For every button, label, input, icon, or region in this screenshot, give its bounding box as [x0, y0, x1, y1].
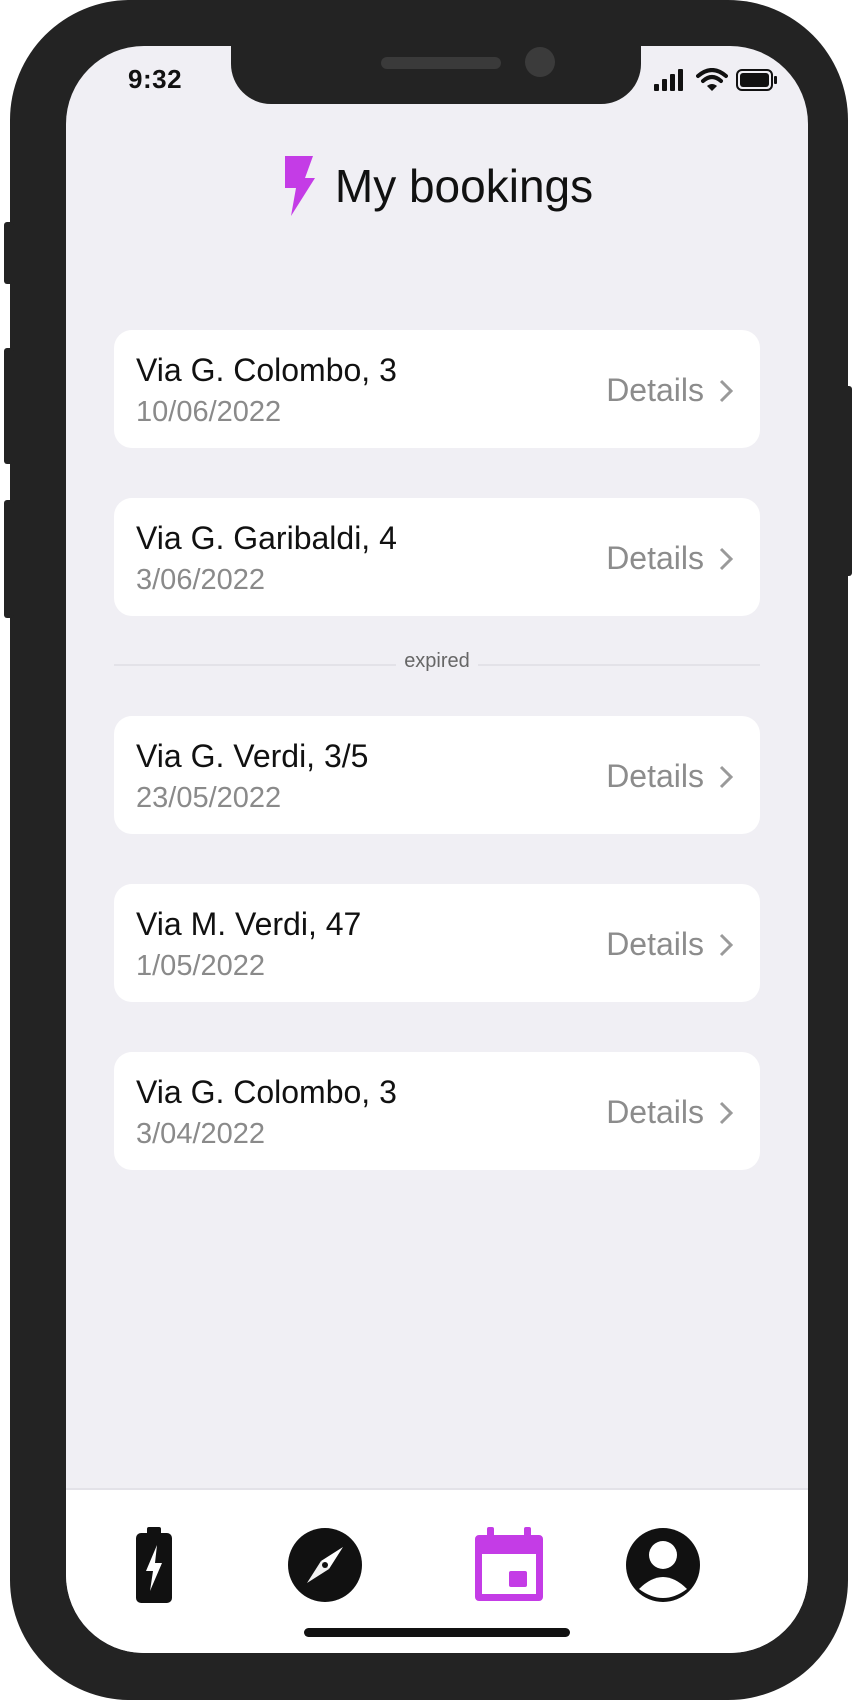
booking-address: Via G. Colombo, 3 — [136, 1074, 397, 1110]
booking-date: 10/06/2022 — [136, 396, 282, 428]
front-camera — [525, 47, 555, 77]
bolt-icon — [284, 156, 315, 216]
battery-charging-icon — [136, 1527, 172, 1603]
chevron-right-icon — [719, 1101, 734, 1124]
booking-date: 1/05/2022 — [136, 950, 266, 982]
details-link[interactable]: Details — [606, 540, 734, 577]
account-icon — [626, 1528, 700, 1602]
details-link[interactable]: Details — [606, 758, 734, 795]
tab-bar — [66, 1488, 808, 1653]
page-title: My bookings — [334, 160, 594, 212]
tab-bookings[interactable] — [464, 1520, 554, 1610]
volume-up-button — [4, 348, 14, 464]
status-icons — [654, 68, 778, 92]
calendar-icon — [475, 1527, 543, 1601]
booking-address: Via M. Verdi, 47 — [136, 906, 362, 942]
details-label: Details — [606, 758, 704, 794]
details-label: Details — [606, 926, 704, 962]
details-label: Details — [606, 372, 704, 408]
wifi-icon — [696, 68, 728, 91]
chevron-right-icon — [719, 933, 734, 956]
tab-explore[interactable] — [280, 1520, 370, 1610]
notch — [231, 46, 641, 104]
chevron-right-icon — [719, 379, 734, 402]
tab-profile[interactable] — [618, 1520, 708, 1610]
side-button — [4, 222, 14, 284]
booking-address: Via G. Colombo, 3 — [136, 352, 397, 388]
booking-date: 23/05/2022 — [136, 782, 282, 814]
chevron-right-icon — [719, 765, 734, 788]
expired-label: expired — [66, 650, 808, 673]
power-button — [842, 386, 852, 576]
details-link[interactable]: Details — [606, 926, 734, 963]
signal-icon — [654, 69, 683, 91]
screen: 9:32 My bookings Via G. Colombo, 3 10/06… — [66, 46, 808, 1653]
booking-address: Via G. Verdi, 3/5 — [136, 738, 369, 774]
expired-booking-card[interactable]: Via G. Colombo, 3 3/04/2022 Details — [114, 1052, 760, 1170]
expired-text: expired — [396, 650, 478, 672]
details-label: Details — [606, 540, 704, 576]
status-time: 9:32 — [128, 64, 183, 94]
chevron-right-icon — [719, 547, 734, 570]
page-header: My bookings — [66, 156, 808, 216]
speaker — [381, 57, 501, 69]
details-link[interactable]: Details — [606, 1094, 734, 1131]
home-indicator[interactable] — [304, 1628, 570, 1637]
booking-card[interactable]: Via G. Garibaldi, 4 3/06/2022 Details — [114, 498, 760, 616]
booking-date: 3/04/2022 — [136, 1118, 266, 1150]
booking-date: 3/06/2022 — [136, 564, 266, 596]
details-link[interactable]: Details — [606, 372, 734, 409]
booking-address: Via G. Garibaldi, 4 — [136, 520, 397, 556]
expired-booking-card[interactable]: Via G. Verdi, 3/5 23/05/2022 Details — [114, 716, 760, 834]
volume-down-button — [4, 500, 14, 618]
battery-icon — [736, 69, 777, 91]
phone-frame: 9:32 My bookings Via G. Colombo, 3 10/06… — [4, 0, 852, 1700]
expired-booking-card[interactable]: Via M. Verdi, 47 1/05/2022 Details — [114, 884, 760, 1002]
booking-card[interactable]: Via G. Colombo, 3 10/06/2022 Details — [114, 330, 760, 448]
details-label: Details — [606, 1094, 704, 1130]
compass-icon — [288, 1528, 362, 1602]
tab-charging[interactable] — [109, 1520, 199, 1610]
